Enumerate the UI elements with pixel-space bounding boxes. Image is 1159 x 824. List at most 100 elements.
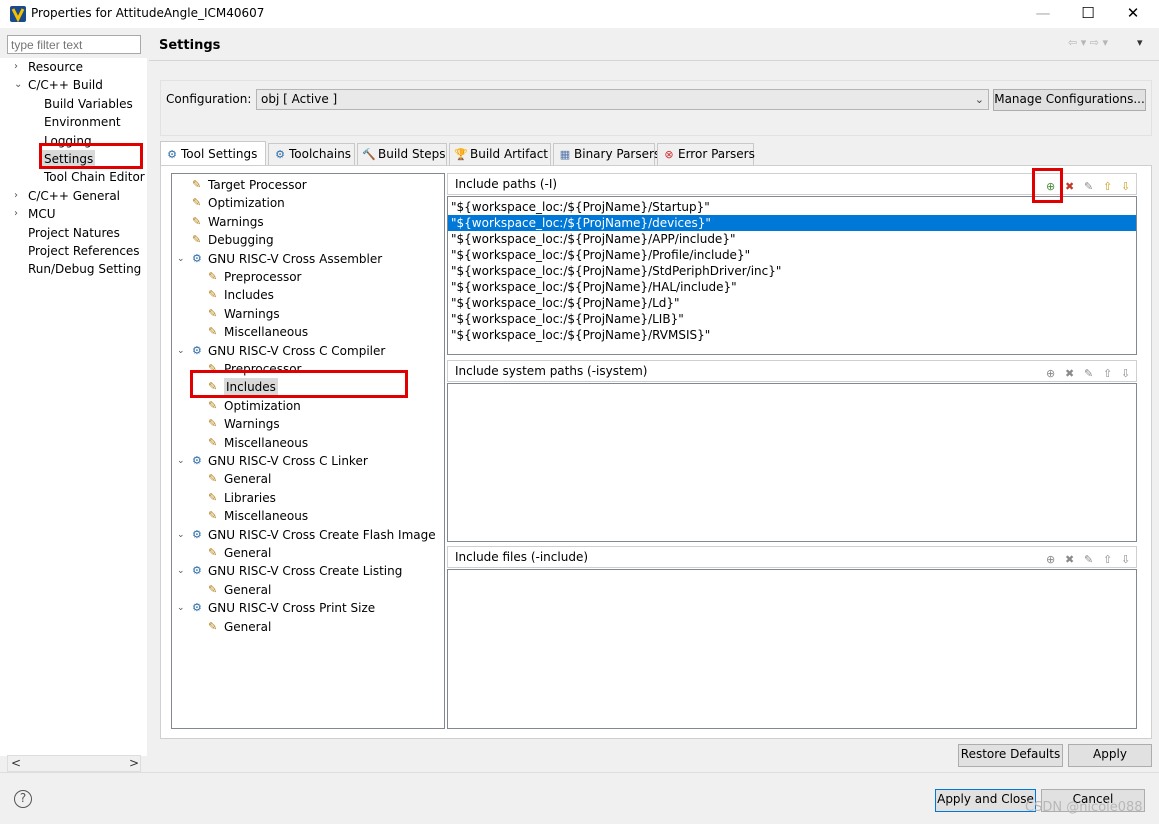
nav-item-label: Project Natures xyxy=(28,225,120,240)
tool-tree-item[interactable]: ✎ Debugging xyxy=(172,231,444,249)
nav-item[interactable]: › MCU xyxy=(0,205,147,223)
tool-tree-item[interactable]: ✎ Miscellaneous xyxy=(172,434,444,452)
nav-item[interactable]: Run/Debug Setting xyxy=(0,260,147,278)
tool-tree-item[interactable]: ✎ Miscellaneous xyxy=(172,323,444,341)
history-nav-icon[interactable]: ⇦ ▾ ⇨ ▾ xyxy=(1068,36,1108,49)
tab-tool-settings[interactable]: ⚙ Tool Settings xyxy=(160,141,266,165)
move-down-icon[interactable]: ⇩ xyxy=(1121,177,1135,197)
nav-item[interactable]: › C/C++ General xyxy=(0,187,147,205)
tool-tree-group[interactable]: ⌄ ⚙ GNU RISC-V Cross Create Flash Image xyxy=(172,526,444,544)
tool-tree-label: Warnings xyxy=(224,417,280,432)
minimize-button[interactable]: — xyxy=(1020,0,1066,28)
chevron-down-icon[interactable]: ⌄ xyxy=(177,452,185,470)
chevron-down-icon[interactable]: ⌄ xyxy=(177,599,185,617)
add-file-icon[interactable]: ⊕ xyxy=(1046,550,1060,570)
move-down-file-icon[interactable]: ⇩ xyxy=(1121,550,1135,570)
nav-item[interactable]: Tool Chain Editor xyxy=(0,168,147,186)
include-path-item[interactable]: "${workspace_loc:/${ProjName}/LIB}" xyxy=(448,311,1136,327)
tab-build-steps[interactable]: 🔨 Build Steps xyxy=(357,143,447,165)
nav-item[interactable]: Environment xyxy=(0,113,147,131)
move-up-file-icon[interactable]: ⇧ xyxy=(1103,550,1117,570)
include-path-item[interactable]: "${workspace_loc:/${ProjName}/StdPeriphD… xyxy=(448,263,1136,279)
nav-item[interactable]: Project Natures xyxy=(0,224,147,242)
view-menu-icon[interactable]: ▾ xyxy=(1137,36,1143,49)
tab-binary-parsers[interactable]: ▦ Binary Parsers xyxy=(553,143,660,165)
tool-tree-item[interactable]: ✎ General xyxy=(172,618,444,636)
option-page-icon: ✎ xyxy=(208,306,218,320)
manage-configurations-button[interactable]: Manage Configurations... xyxy=(993,89,1146,111)
include-path-item[interactable]: "${workspace_loc:/${ProjName}/Profile/in… xyxy=(448,247,1136,263)
help-icon[interactable]: ? xyxy=(14,790,32,808)
tool-tree-item[interactable]: ✎ General xyxy=(172,544,444,562)
include-path-item[interactable]: "${workspace_loc:/${ProjName}/APP/includ… xyxy=(448,231,1136,247)
nav-item[interactable]: ⌄ C/C++ Build xyxy=(0,76,147,94)
nav-item[interactable]: Build Variables xyxy=(0,95,147,113)
page-title: Settings xyxy=(159,38,221,53)
move-up-system-icon[interactable]: ⇧ xyxy=(1103,364,1117,384)
configuration-select[interactable]: obj [ Active ] ⌄ xyxy=(256,89,989,110)
add-system-path-icon[interactable]: ⊕ xyxy=(1046,364,1060,384)
tool-tree-group[interactable]: ⌄ ⚙ GNU RISC-V Cross C Compiler xyxy=(172,342,444,360)
tool-tree-item[interactable]: ✎ General xyxy=(172,470,444,488)
chevron-right-icon[interactable]: › xyxy=(14,187,18,205)
tool-tree-item[interactable]: ✎ Target Processor xyxy=(172,176,444,194)
edit-file-icon[interactable]: ✎ xyxy=(1084,550,1098,570)
tool-tree-group[interactable]: ⌄ ⚙ GNU RISC-V Cross C Linker xyxy=(172,452,444,470)
apply-and-close-button[interactable]: Apply and Close xyxy=(935,789,1036,812)
chevron-down-icon[interactable]: ⌄ xyxy=(177,526,185,544)
tool-tree-item[interactable]: ✎ Warnings xyxy=(172,213,444,231)
tool-tree-group[interactable]: ⌄ ⚙ GNU RISC-V Cross Print Size xyxy=(172,599,444,617)
include-files-list[interactable] xyxy=(447,569,1137,729)
tab-label: Binary Parsers xyxy=(574,147,661,161)
edit-path-icon[interactable]: ✎ xyxy=(1084,177,1098,197)
chevron-down-icon[interactable]: ⌄ xyxy=(177,562,185,580)
include-path-item[interactable]: "${workspace_loc:/${ProjName}/HAL/includ… xyxy=(448,279,1136,295)
tool-tree-item[interactable]: ✎ General xyxy=(172,581,444,599)
scroll-right-icon[interactable]: > xyxy=(129,756,139,771)
include-path-item[interactable]: "${workspace_loc:/${ProjName}/Ld}" xyxy=(448,295,1136,311)
tool-tree-item[interactable]: ✎ Miscellaneous xyxy=(172,507,444,525)
close-button[interactable]: ✕ xyxy=(1110,0,1156,28)
move-down-system-icon[interactable]: ⇩ xyxy=(1121,364,1135,384)
tab-label: Error Parsers xyxy=(678,147,755,161)
tool-tree-item[interactable]: ✎ Optimization xyxy=(172,397,444,415)
chevron-right-icon[interactable]: › xyxy=(14,205,18,223)
hammer-icon: 🔨 xyxy=(362,148,376,161)
chevron-right-icon[interactable]: › xyxy=(14,58,18,76)
nav-item-label: Tool Chain Editor xyxy=(44,170,145,185)
tool-tree-group[interactable]: ⌄ ⚙ GNU RISC-V Cross Assembler xyxy=(172,250,444,268)
include-path-item[interactable]: "${workspace_loc:/${ProjName}/RVMSIS}" xyxy=(448,327,1136,343)
filter-input[interactable] xyxy=(7,35,141,54)
tab-build-artifact[interactable]: 🏆 Build Artifact xyxy=(449,143,551,165)
tool-tree-item[interactable]: ✎ Optimization xyxy=(172,194,444,212)
apply-button[interactable]: Apply xyxy=(1068,744,1152,767)
tool-tree-item[interactable]: ✎ Preprocessor xyxy=(172,268,444,286)
tool-tree-item[interactable]: ✎ Libraries xyxy=(172,489,444,507)
tool-tree-item[interactable]: ✎ Includes xyxy=(172,286,444,304)
maximize-button[interactable]: ☐ xyxy=(1065,0,1111,28)
chevron-down-icon[interactable]: ⌄ xyxy=(177,342,185,360)
delete-system-path-icon[interactable]: ✖ xyxy=(1065,364,1079,384)
tool-settings-tree: ✎ Target Processor ✎ Optimization ✎ Warnings ✎… xyxy=(171,173,445,729)
tool-tree-item[interactable]: ✎ Warnings xyxy=(172,415,444,433)
move-up-icon[interactable]: ⇧ xyxy=(1103,177,1117,197)
nav-horizontal-scrollbar[interactable]: < > xyxy=(7,755,141,772)
scroll-left-icon[interactable]: < xyxy=(11,756,21,771)
restore-defaults-button[interactable]: Restore Defaults xyxy=(958,744,1063,767)
include-paths-list[interactable]: "${workspace_loc:/${ProjName}/Startup}" "… xyxy=(447,196,1137,355)
delete-file-icon[interactable]: ✖ xyxy=(1065,550,1079,570)
tab-error-parsers[interactable]: ⊗ Error Parsers xyxy=(657,143,755,165)
include-path-item[interactable]: "${workspace_loc:/${ProjName}/devices}" xyxy=(448,215,1136,231)
tool-tree-item[interactable]: ✎ Warnings xyxy=(172,305,444,323)
option-page-icon: ✎ xyxy=(208,490,218,504)
edit-system-path-icon[interactable]: ✎ xyxy=(1084,364,1098,384)
chevron-down-icon[interactable]: ⌄ xyxy=(14,76,22,94)
chevron-down-icon[interactable]: ⌄ xyxy=(177,250,185,268)
include-system-paths-list[interactable] xyxy=(447,383,1137,542)
tool-tree-group[interactable]: ⌄ ⚙ GNU RISC-V Cross Create Listing xyxy=(172,562,444,580)
tab-toolchains[interactable]: ⚙ Toolchains xyxy=(268,143,355,165)
delete-path-icon[interactable]: ✖ xyxy=(1065,177,1079,197)
app-logo-icon xyxy=(10,6,26,22)
nav-item[interactable]: Project References xyxy=(0,242,147,260)
nav-item[interactable]: › Resource xyxy=(0,58,147,76)
